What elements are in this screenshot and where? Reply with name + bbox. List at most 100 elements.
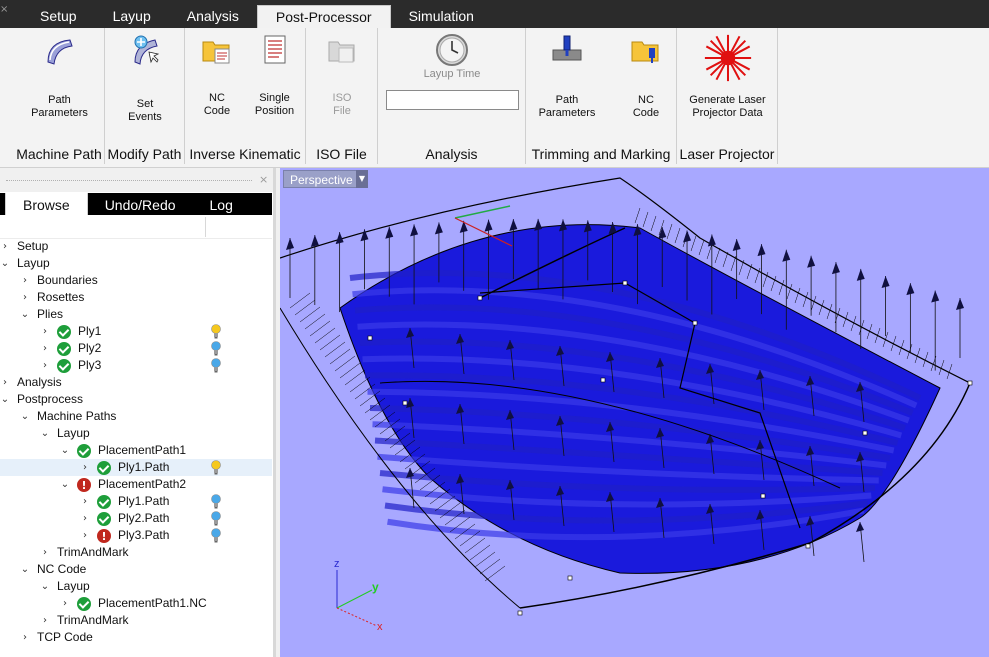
- tree-item[interactable]: › Setup: [0, 238, 272, 255]
- tab-simulation[interactable]: Simulation: [391, 5, 492, 28]
- chevron-down-icon[interactable]: ⌄: [60, 476, 70, 493]
- chevron-down-icon[interactable]: ⌄: [40, 578, 50, 595]
- chevron-right-icon[interactable]: ›: [60, 595, 70, 612]
- tree-item[interactable]: › TCP Code: [0, 629, 272, 646]
- chevron-right-icon[interactable]: ›: [80, 459, 90, 476]
- mesh-line: [634, 207, 641, 224]
- column-divider[interactable]: [205, 217, 206, 237]
- 3d-viewport[interactable]: z y x Perspective ▼: [280, 168, 989, 657]
- tab-post-processor[interactable]: Post-Processor: [256, 5, 391, 28]
- axis-z-label: z: [334, 558, 340, 570]
- mesh-line: [714, 247, 721, 264]
- status-ok-icon: [77, 444, 91, 458]
- tree-item-label: NC Code: [37, 562, 87, 576]
- axis-y-label: y: [372, 580, 379, 594]
- tree-item[interactable]: › Ply1.Path: [0, 459, 272, 476]
- tree-item[interactable]: › TrimAndMark: [0, 612, 272, 629]
- layup-time-button[interactable]: Layup Time: [398, 32, 506, 81]
- chevron-down-icon[interactable]: ⌄: [0, 255, 10, 272]
- chevron-down-icon[interactable]: ⌄: [20, 561, 30, 578]
- tree-item[interactable]: › Boundaries: [0, 272, 272, 289]
- set-events-button[interactable]: Set Events: [111, 32, 179, 124]
- tree-item[interactable]: ⌄ Layup: [0, 255, 272, 272]
- tree-item-label: Layup: [17, 256, 50, 270]
- mesh-line: [818, 299, 825, 316]
- tab-log[interactable]: Log: [193, 193, 250, 215]
- chevron-down-icon[interactable]: ⌄: [20, 306, 30, 323]
- chevron-right-icon[interactable]: ›: [40, 544, 50, 561]
- path-parameters-icon: [46, 39, 73, 65]
- tree-item[interactable]: ⌄ PlacementPath1: [0, 442, 272, 459]
- tree-item[interactable]: ⌄ Layup: [0, 578, 272, 595]
- tree-item[interactable]: ⌄ Postprocess: [0, 391, 272, 408]
- close-icon[interactable]: ×: [0, 4, 8, 15]
- close-icon[interactable]: ×: [259, 173, 268, 186]
- nc-code-button[interactable]: NC Code: [191, 32, 243, 118]
- tree-item[interactable]: ⌄ NC Code: [0, 561, 272, 578]
- viewport-scene[interactable]: z y x: [280, 168, 989, 657]
- generate-laser-button[interactable]: Generate Laser Projector Data: [681, 32, 774, 120]
- view-mode-label[interactable]: Perspective: [283, 170, 364, 188]
- chevron-down-icon[interactable]: ⌄: [20, 408, 30, 425]
- layup-time-field[interactable]: [386, 90, 519, 110]
- visibility-bulb-icon[interactable]: [211, 528, 221, 543]
- tree-item[interactable]: › Ply1: [0, 323, 272, 340]
- trim-path-parameters-button[interactable]: Path Parameters: [532, 32, 602, 120]
- chevron-right-icon[interactable]: ›: [20, 289, 30, 306]
- tree-item[interactable]: › Ply2: [0, 340, 272, 357]
- chevron-right-icon[interactable]: ›: [20, 629, 30, 646]
- tree-item[interactable]: › TrimAndMark: [0, 544, 272, 561]
- mesh-line: [642, 211, 649, 228]
- tab-browse[interactable]: Browse: [5, 193, 88, 215]
- tab-undo-redo[interactable]: Undo/Redo: [88, 193, 193, 215]
- tree-item[interactable]: ⌄ Machine Paths: [0, 408, 272, 425]
- chevron-right-icon[interactable]: ›: [80, 493, 90, 510]
- visibility-bulb-icon[interactable]: [211, 494, 221, 509]
- iso-file-button[interactable]: ISO File: [316, 32, 368, 118]
- tree-item[interactable]: › Ply1.Path: [0, 493, 272, 510]
- tree-item[interactable]: › Ply2.Path: [0, 510, 272, 527]
- tree-item[interactable]: ⌄ Layup: [0, 425, 272, 442]
- chevron-down-icon[interactable]: ⌄: [60, 442, 70, 459]
- chevron-down-icon[interactable]: ⌄: [40, 425, 50, 442]
- view-dropdown-icon[interactable]: ▼: [356, 170, 368, 188]
- trim-nc-code-button[interactable]: NC Code: [620, 32, 672, 120]
- tree-item[interactable]: › Ply3.Path: [0, 527, 272, 545]
- tab-setup[interactable]: Setup: [22, 5, 95, 28]
- control-point: [600, 377, 606, 383]
- chevron-right-icon[interactable]: ›: [0, 374, 10, 391]
- status-ok-icon: [57, 325, 71, 339]
- arrow-head: [757, 244, 766, 257]
- visibility-bulb-icon[interactable]: [211, 341, 221, 356]
- tab-analysis[interactable]: Analysis: [169, 5, 257, 28]
- chevron-right-icon[interactable]: ›: [40, 323, 50, 340]
- single-position-button[interactable]: Single Position: [247, 32, 302, 118]
- chevron-right-icon[interactable]: ›: [20, 272, 30, 289]
- arrow-head: [434, 222, 443, 235]
- tree-item[interactable]: ⌄ Plies: [0, 306, 272, 323]
- tree-item[interactable]: › Ply3: [0, 357, 272, 374]
- tree-item[interactable]: ⌄ PlacementPath2: [0, 476, 272, 494]
- visibility-bulb-icon[interactable]: [211, 511, 221, 526]
- chevron-right-icon[interactable]: ›: [40, 357, 50, 374]
- tree-item-label: Analysis: [17, 375, 62, 389]
- chevron-down-icon[interactable]: ⌄: [0, 391, 10, 408]
- chevron-right-icon[interactable]: ›: [40, 340, 50, 357]
- tree-item-label: Ply3.Path: [118, 528, 170, 542]
- arrow-head: [856, 522, 864, 532]
- arrow-head: [683, 230, 692, 243]
- tree-item[interactable]: › Analysis: [0, 374, 272, 391]
- visibility-bulb-icon[interactable]: [211, 324, 221, 339]
- panel-drag-handle[interactable]: [6, 180, 252, 181]
- visibility-bulb-icon[interactable]: [211, 460, 221, 475]
- path-parameters-button[interactable]: Path Parameters: [22, 32, 97, 120]
- chevron-right-icon[interactable]: ›: [0, 238, 10, 255]
- status-ok-icon: [97, 461, 111, 475]
- chevron-right-icon[interactable]: ›: [80, 527, 90, 544]
- visibility-bulb-icon[interactable]: [211, 358, 221, 373]
- tab-layup[interactable]: Layup: [95, 5, 169, 28]
- tree-item[interactable]: › Rosettes: [0, 289, 272, 306]
- tree-item[interactable]: › PlacementPath1.NC: [0, 595, 272, 612]
- chevron-right-icon[interactable]: ›: [40, 612, 50, 629]
- chevron-right-icon[interactable]: ›: [80, 510, 90, 527]
